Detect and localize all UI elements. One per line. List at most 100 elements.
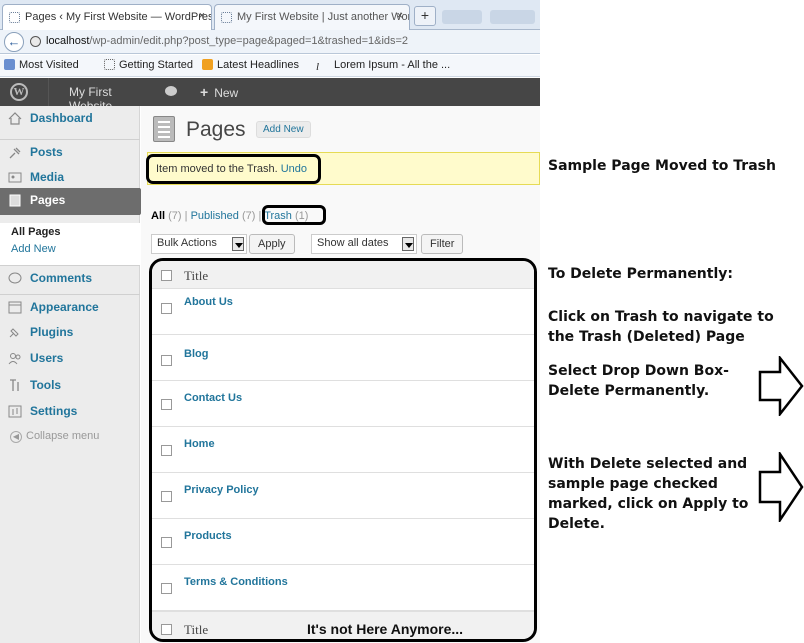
plus-icon: + bbox=[200, 84, 209, 100]
sidebar-item-label: Dashboard bbox=[30, 111, 93, 125]
apply-button[interactable]: Apply bbox=[249, 234, 295, 254]
bookmark-label: Lorem Ipsum - All the ... bbox=[334, 59, 451, 71]
sidebar-item-label: Media bbox=[30, 170, 65, 184]
sidebar-item-comments[interactable]: Comments bbox=[0, 265, 140, 291]
sidebar-item-plugins[interactable]: Plugins bbox=[0, 320, 140, 346]
add-new-button[interactable]: Add New bbox=[256, 121, 311, 138]
site-name-link[interactable]: My First Website bbox=[48, 78, 158, 113]
filter-published[interactable]: Published bbox=[191, 210, 239, 222]
sidebar-item-users[interactable]: Users bbox=[0, 346, 140, 372]
filter-button[interactable]: Filter bbox=[421, 234, 464, 254]
right-arrow-icon bbox=[758, 452, 804, 522]
main-content: Pages Add New Item moved to the Trash. U… bbox=[141, 106, 540, 643]
sidebar-item-label: Settings bbox=[30, 404, 78, 418]
sidebar-item-label: Plugins bbox=[30, 325, 74, 339]
filter-separator: | bbox=[184, 210, 188, 222]
url-field[interactable]: localhost/wp-admin/edit.php?post_type=pa… bbox=[46, 35, 408, 47]
new-tab-button[interactable]: + bbox=[414, 6, 436, 26]
page-title: Pages bbox=[186, 118, 246, 141]
annotation-step-apply: With Delete selected and sample page che… bbox=[548, 456, 749, 532]
row-title-link[interactable]: Products bbox=[184, 530, 232, 542]
row-checkbox[interactable] bbox=[161, 537, 172, 548]
browser-tab-pages[interactable]: Pages ‹ My First Website — WordPress × bbox=[2, 4, 212, 30]
table-row: About Us bbox=[152, 289, 534, 335]
row-title-link[interactable]: Contact Us bbox=[184, 392, 242, 404]
dropdown-arrow-icon bbox=[232, 237, 244, 251]
pages-icon bbox=[153, 116, 175, 142]
table-row: Products bbox=[152, 519, 534, 565]
bookmark-label: Most Visited bbox=[19, 59, 79, 71]
row-checkbox[interactable] bbox=[161, 399, 172, 410]
pages-table: Title About Us Blog Contact Us Home Priv… bbox=[149, 258, 537, 642]
back-button[interactable]: ← bbox=[4, 32, 24, 52]
trash-annotation-outline bbox=[262, 205, 326, 225]
page-icon bbox=[104, 59, 115, 70]
table-header: Title bbox=[152, 261, 534, 289]
wordpress-logo-icon[interactable]: W bbox=[10, 83, 28, 101]
wp-admin-bar: W My First Website + New bbox=[0, 78, 540, 113]
sidebar-item-pages[interactable]: Pages bbox=[0, 188, 149, 215]
row-checkbox[interactable] bbox=[161, 303, 172, 314]
column-title-header[interactable]: Title bbox=[184, 268, 208, 284]
submenu-all-pages[interactable]: All Pages bbox=[11, 226, 61, 238]
tab-close-icon[interactable]: × bbox=[397, 10, 403, 22]
row-checkbox[interactable] bbox=[161, 491, 172, 502]
column-title-footer[interactable]: Title bbox=[184, 622, 208, 638]
not-here-annotation: It's not Here Anymore... bbox=[307, 621, 464, 637]
sidebar-item-dashboard[interactable]: Dashboard bbox=[0, 106, 140, 132]
users-icon bbox=[8, 352, 22, 365]
lorem-ipsum-icon: l bbox=[316, 61, 320, 73]
bookmark-latest-headlines[interactable]: Latest Headlines bbox=[202, 59, 299, 71]
sidebar-item-label: Appearance bbox=[30, 300, 99, 314]
sidebar-item-label: Users bbox=[30, 351, 64, 365]
admin-sidebar: Dashboard Posts Media Pages All Pages Ad… bbox=[0, 106, 149, 643]
collapse-label: Collapse menu bbox=[26, 430, 100, 442]
row-title-link[interactable]: About Us bbox=[184, 296, 233, 308]
bulk-actions-select[interactable]: Bulk Actions bbox=[151, 234, 247, 254]
row-title-link[interactable]: Privacy Policy bbox=[184, 484, 259, 496]
rss-icon bbox=[202, 59, 213, 70]
annotation-step-trash: Click on Trash to navigate to the Trash … bbox=[548, 309, 774, 345]
table-row: Blog bbox=[152, 335, 534, 381]
address-bar: ← localhost/wp-admin/edit.php?post_type=… bbox=[0, 30, 540, 54]
tab-close-icon[interactable]: × bbox=[199, 10, 205, 22]
bulk-actions-value: Bulk Actions bbox=[157, 237, 217, 249]
row-title-link[interactable]: Blog bbox=[184, 348, 208, 360]
bookmark-getting-started[interactable]: Getting Started bbox=[104, 59, 193, 71]
browser-tab-site[interactable]: My First Website | Just another Word... … bbox=[214, 4, 410, 30]
row-title-link[interactable]: Home bbox=[184, 438, 215, 450]
sidebar-item-posts[interactable]: Posts bbox=[0, 139, 140, 165]
globe-icon bbox=[30, 36, 41, 47]
date-filter-select[interactable]: Show all dates bbox=[311, 234, 417, 254]
blurred-tab bbox=[442, 10, 482, 24]
submenu-add-new[interactable]: Add New bbox=[11, 243, 56, 255]
row-title-link[interactable]: Terms & Conditions bbox=[184, 576, 288, 588]
new-content-button[interactable]: + New bbox=[200, 84, 238, 100]
comment-bubble-icon[interactable] bbox=[165, 86, 177, 96]
plugin-icon bbox=[8, 326, 22, 339]
comment-icon bbox=[8, 272, 22, 285]
bookmark-lorem-ipsum[interactable]: l Lorem Ipsum - All the ... bbox=[316, 59, 450, 73]
url-host: localhost bbox=[46, 35, 90, 47]
sidebar-item-tools[interactable]: Tools bbox=[0, 373, 140, 399]
table-row: Contact Us bbox=[152, 381, 534, 427]
row-checkbox[interactable] bbox=[161, 583, 172, 594]
select-all-checkbox[interactable] bbox=[161, 624, 172, 635]
sidebar-item-appearance[interactable]: Appearance bbox=[0, 294, 140, 320]
collapse-arrow-icon: ◀ bbox=[10, 431, 22, 443]
sidebar-item-label: Tools bbox=[30, 378, 62, 392]
pin-icon bbox=[8, 146, 22, 159]
browser-tab-bar: Pages ‹ My First Website — WordPress × M… bbox=[0, 0, 540, 30]
annotation-outline bbox=[146, 154, 321, 184]
right-arrow-icon bbox=[758, 356, 804, 416]
home-icon bbox=[8, 112, 22, 125]
select-all-checkbox[interactable] bbox=[161, 270, 172, 281]
row-checkbox[interactable] bbox=[161, 445, 172, 456]
blurred-tab bbox=[490, 10, 535, 24]
sidebar-item-settings[interactable]: Settings bbox=[0, 399, 140, 425]
row-checkbox[interactable] bbox=[161, 355, 172, 366]
filter-all[interactable]: All bbox=[151, 210, 165, 222]
bookmark-most-visited[interactable]: Most Visited bbox=[4, 59, 79, 71]
dropdown-arrow-icon bbox=[402, 237, 414, 251]
collapse-menu-button[interactable]: ◀ Collapse menu bbox=[10, 430, 99, 443]
